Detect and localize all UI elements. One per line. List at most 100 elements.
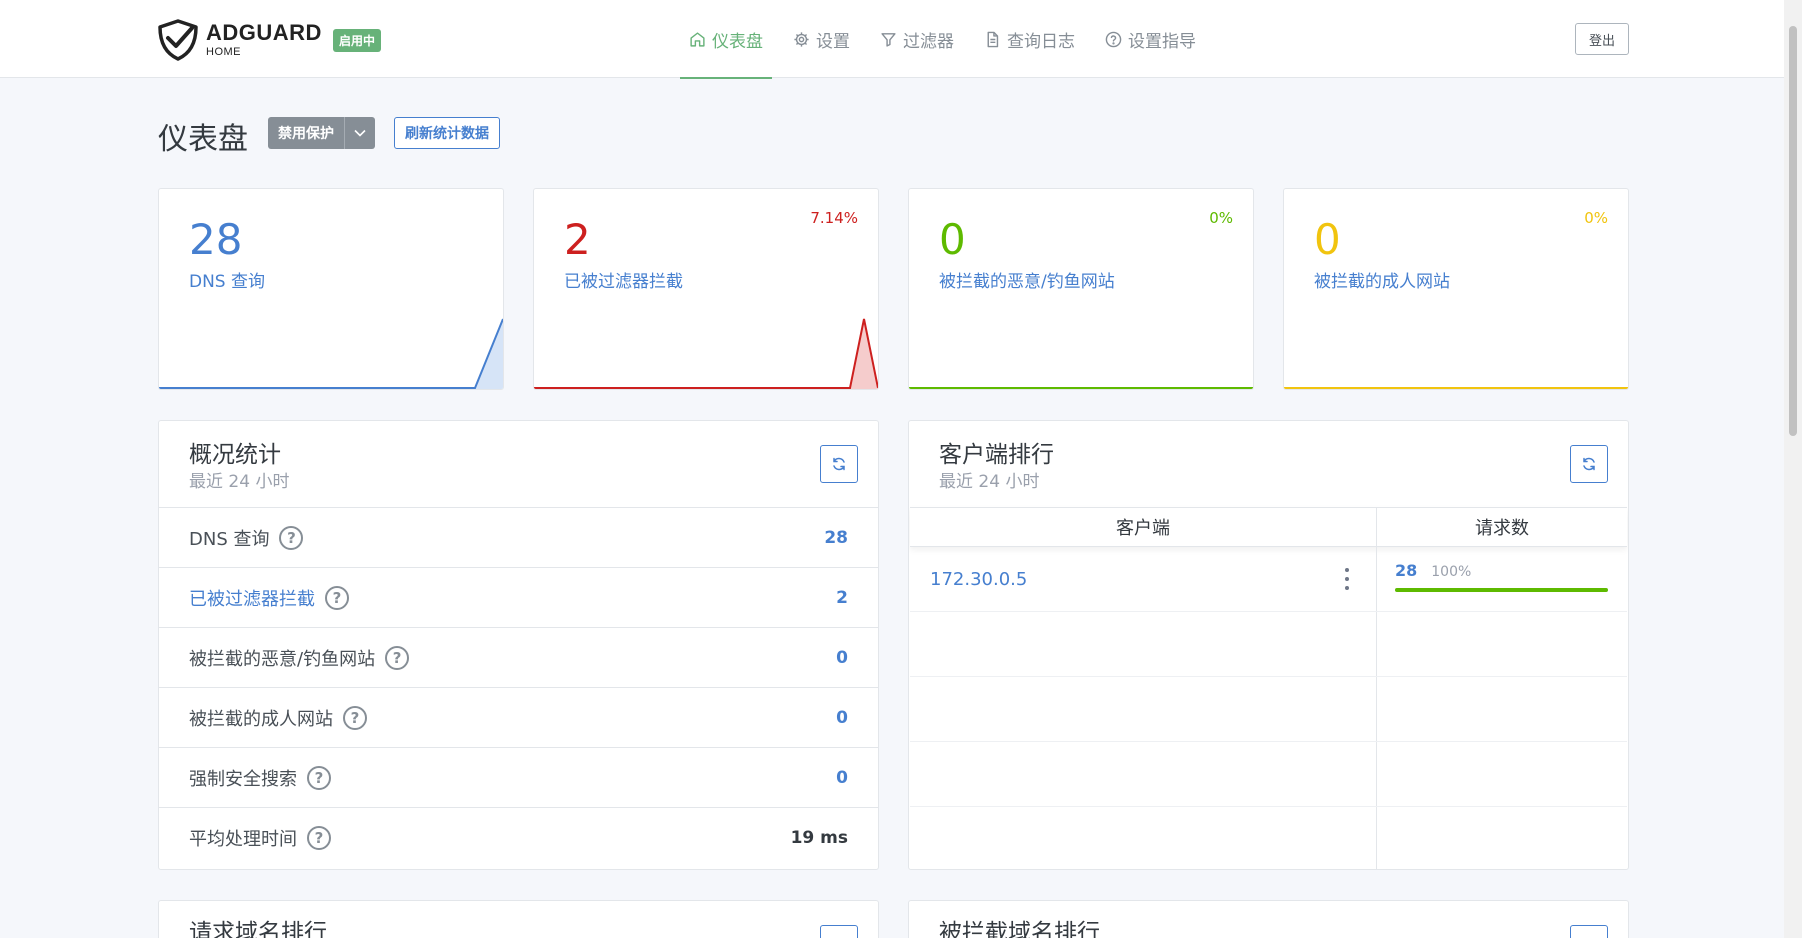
nav-query-log[interactable]: 查询日志	[975, 0, 1084, 78]
row-label-link[interactable]: 已被过滤器拦截	[189, 585, 315, 611]
help-icon[interactable]: ?	[343, 705, 367, 730]
logo-subtitle: HOME	[206, 46, 241, 58]
nav-label: 过滤器	[903, 31, 954, 52]
adguard-logo[interactable]: ADGUARD HOME	[156, 18, 322, 62]
disable-protection-label[interactable]: 禁用保护	[268, 117, 344, 149]
request-percent: 100%	[1431, 564, 1472, 580]
stat-label: DNS 查询	[189, 272, 266, 292]
chevron-down-icon[interactable]	[344, 117, 375, 149]
overview-panel: 概况统计 最近 24 小时 DNS 查询? 28 已被过滤器拦截? 2 被拦截的…	[158, 420, 879, 870]
panel-title: 客户端排行	[939, 442, 1054, 468]
nav-setup-guide[interactable]: 设置指导	[1096, 0, 1205, 78]
stat-value: 0	[939, 215, 966, 264]
page-title: 仪表盘	[158, 122, 248, 157]
refresh-icon	[833, 457, 845, 471]
row-label: DNS 查询	[189, 528, 270, 550]
disable-protection-button[interactable]: 禁用保护	[268, 117, 375, 149]
panel-title: 概况统计	[189, 442, 281, 468]
top-blocked-domains-panel: 被拦截域名排行	[908, 900, 1629, 938]
row-value[interactable]: 2	[836, 588, 848, 608]
home-icon	[690, 31, 705, 47]
refresh-icon	[1583, 457, 1595, 471]
nav-dashboard[interactable]: 仪表盘	[680, 0, 772, 79]
scrollbar-thumb[interactable]	[1789, 26, 1797, 436]
table-row: 172.30.0.5 28 100%	[910, 547, 1627, 612]
row-label: 强制安全搜索	[189, 768, 297, 790]
document-icon	[987, 31, 999, 47]
stat-label: 被拦截的恶意/钓鱼网站	[939, 272, 1115, 292]
stat-percent: 0%	[1209, 209, 1233, 227]
sparkline-chart	[159, 318, 503, 389]
help-icon[interactable]: ?	[325, 585, 349, 610]
nav-label: 设置	[816, 31, 850, 52]
sparkline-chart	[1284, 387, 1628, 389]
row-value[interactable]: 28	[824, 528, 848, 548]
overview-row-blocked-filters: 已被过滤器拦截? 2	[159, 567, 878, 627]
blocked-domains-refresh-button[interactable]	[1570, 925, 1608, 938]
table-row-empty	[910, 612, 1627, 677]
row-label: 被拦截的恶意/钓鱼网站	[189, 648, 376, 670]
request-count: 28	[1395, 561, 1418, 580]
stat-label: 已被过滤器拦截	[564, 272, 683, 292]
help-icon[interactable]: ?	[307, 765, 331, 790]
queried-domains-refresh-button[interactable]	[820, 925, 858, 938]
shield-check-icon	[158, 19, 198, 61]
help-icon[interactable]: ?	[279, 525, 304, 550]
overview-row-blocked-malware: 被拦截的恶意/钓鱼网站? 0	[159, 627, 878, 687]
top-clients-panel: 客户端排行 最近 24 小时 客户端 请求数 172.30.0.5 28 100…	[908, 420, 1629, 870]
stat-card-blocked-filters: 7.14% 2 已被过滤器拦截	[533, 188, 879, 390]
filter-icon	[881, 32, 896, 47]
row-value[interactable]: 0	[836, 708, 848, 728]
nav-label: 设置指导	[1128, 31, 1196, 52]
row-value[interactable]: 0	[836, 768, 848, 788]
logout-button[interactable]: 登出	[1575, 23, 1629, 55]
protection-status-badge: 启用中	[333, 29, 382, 52]
sparkline-chart	[909, 387, 1253, 389]
stat-value: 2	[564, 215, 591, 264]
nav-label: 仪表盘	[712, 31, 763, 52]
stat-card-blocked-malware: 0% 0 被拦截的恶意/钓鱼网站	[908, 188, 1254, 390]
stat-percent: 0%	[1584, 209, 1608, 227]
top-queried-domains-panel: 请求域名排行	[158, 900, 879, 938]
stat-label: 被拦截的成人网站	[1314, 272, 1450, 292]
stat-value: 28	[189, 215, 243, 264]
refresh-stats-button[interactable]: 刷新统计数据	[394, 117, 500, 149]
main-nav: 仪表盘 设置 过滤器 查询日志 设置指导	[680, 0, 1217, 79]
overview-row-dns-queries: DNS 查询? 28	[159, 507, 878, 567]
overview-row-avg-time: 平均处理时间? 19 ms	[159, 807, 878, 867]
help-icon[interactable]: ?	[385, 645, 410, 670]
page-scrollbar[interactable]	[1784, 0, 1802, 938]
help-icon[interactable]: ?	[307, 825, 331, 850]
row-value: 19 ms	[790, 827, 848, 848]
logo-title: ADGUARD	[206, 20, 322, 45]
overview-row-blocked-adult: 被拦截的成人网站? 0	[159, 687, 878, 747]
top-header: ADGUARD HOME 启用中 仪表盘 设置 过滤器 查询日志 设置指导 登出	[0, 0, 1784, 79]
nav-settings[interactable]: 设置	[784, 0, 859, 78]
stat-card-dns-queries: 28 DNS 查询	[158, 188, 504, 390]
overview-refresh-button[interactable]	[820, 445, 858, 483]
more-vertical-icon[interactable]	[1338, 568, 1356, 590]
panel-subtitle: 最近 24 小时	[939, 472, 1040, 492]
progress-fill	[1395, 588, 1608, 592]
table-header: 客户端 请求数	[910, 507, 1627, 547]
row-label: 平均处理时间	[189, 828, 297, 850]
clients-refresh-button[interactable]	[1570, 445, 1608, 483]
clients-table: 客户端 请求数 172.30.0.5 28 100%	[910, 507, 1627, 869]
nav-filters[interactable]: 过滤器	[871, 0, 963, 78]
table-row-empty	[910, 677, 1627, 742]
column-header-client[interactable]: 客户端	[910, 508, 1377, 546]
help-circle-icon	[1105, 31, 1122, 47]
row-label: 被拦截的成人网站	[189, 708, 333, 730]
stat-percent: 7.14%	[810, 209, 858, 227]
panel-title: 请求域名排行	[189, 920, 327, 938]
row-value[interactable]: 0	[836, 648, 848, 668]
nav-label: 查询日志	[1007, 31, 1075, 52]
client-ip-link[interactable]: 172.30.0.5	[930, 569, 1027, 590]
gear-icon	[794, 31, 809, 47]
overview-row-safe-search: 强制安全搜索? 0	[159, 747, 878, 807]
request-progress-bar	[1395, 588, 1608, 592]
stat-value: 0	[1314, 215, 1341, 264]
column-header-requests[interactable]: 请求数	[1377, 508, 1627, 546]
panel-subtitle: 最近 24 小时	[189, 472, 290, 492]
sparkline-chart	[534, 318, 878, 389]
